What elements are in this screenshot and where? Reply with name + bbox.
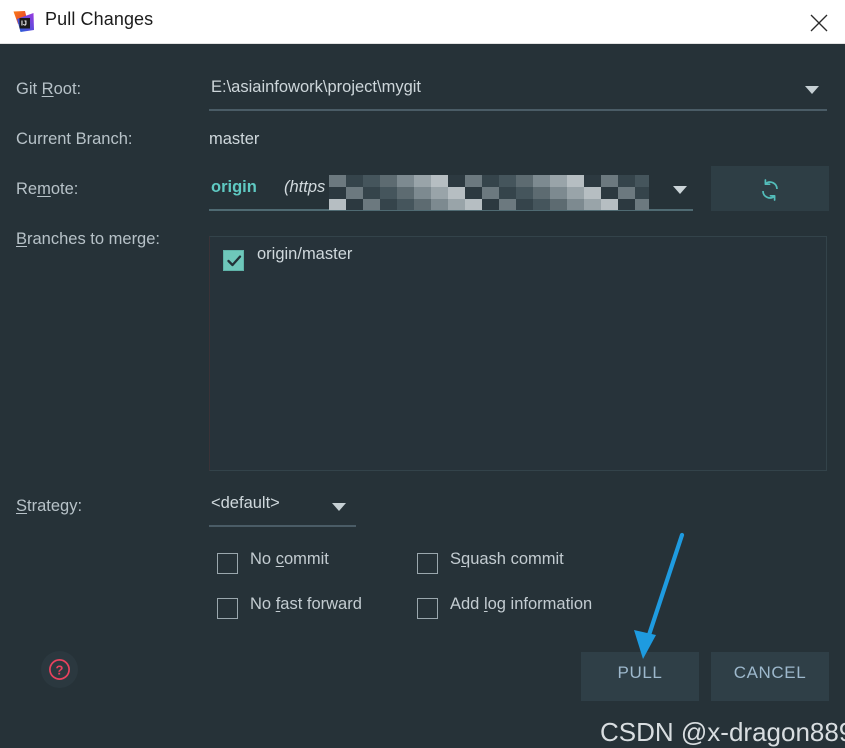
branches-to-merge-label: Branches to merge:	[16, 230, 160, 248]
svg-text:?: ?	[56, 663, 64, 678]
csdn-watermark: CSDN @x-dragon8899	[600, 717, 845, 747]
svg-text:IJ: IJ	[21, 21, 27, 28]
no-fast-forward-label: No fast forward	[250, 595, 362, 613]
add-log-information-checkbox[interactable]	[417, 598, 438, 619]
window-title: Pull Changes	[45, 9, 154, 29]
remote-combobox[interactable]: origin (https	[209, 175, 693, 211]
chevron-down-icon	[805, 86, 819, 94]
add-log-information-label: Add log information	[450, 595, 593, 613]
arrow-down-left-icon	[630, 529, 740, 664]
intellij-idea-icon: IJ	[12, 10, 35, 33]
squash-commit-checkbox[interactable]	[417, 553, 438, 574]
help-button[interactable]: ?	[41, 651, 78, 688]
strategy-label: Strategy:	[16, 497, 83, 515]
branch-checkbox[interactable]	[223, 250, 244, 271]
git-root-combobox[interactable]: E:\asiainfowork\project\mygit	[209, 75, 827, 111]
remote-url-text: (https	[284, 178, 326, 196]
list-item[interactable]: origin/master	[219, 245, 817, 276]
branches-list-panel[interactable]: origin/master	[209, 236, 827, 471]
current-branch-label: Current Branch:	[16, 130, 133, 148]
cancel-button[interactable]: CANCEL	[711, 652, 829, 701]
remote-label: Remote:	[16, 180, 79, 198]
pull-button[interactable]: PULL	[581, 652, 699, 701]
squash-commit-label: Squash commit	[450, 550, 564, 568]
title-bar: IJ Pull Changes	[0, 0, 845, 44]
chevron-down-icon	[332, 503, 346, 511]
strategy-combobox[interactable]: <default>	[209, 492, 356, 527]
censored-url-mosaic	[329, 175, 649, 210]
pull-button-label: PULL	[617, 663, 663, 682]
dialog-body: Git Root: E:\asiainfowork\project\mygit …	[0, 44, 845, 747]
refresh-remotes-button[interactable]	[711, 166, 829, 211]
no-commit-checkbox[interactable]	[217, 553, 238, 574]
remote-origin-name: origin	[211, 178, 257, 196]
branch-label: origin/master	[257, 245, 353, 263]
no-fast-forward-checkbox[interactable]	[217, 598, 238, 619]
strategy-value: <default>	[211, 494, 280, 512]
no-commit-label: No commit	[250, 550, 329, 568]
cancel-button-label: CANCEL	[733, 663, 807, 682]
chevron-down-icon	[673, 186, 687, 194]
close-icon[interactable]	[793, 0, 845, 44]
current-branch-value: master	[209, 130, 260, 148]
git-root-value: E:\asiainfowork\project\mygit	[211, 78, 421, 96]
git-root-label: Git Root:	[16, 80, 82, 98]
